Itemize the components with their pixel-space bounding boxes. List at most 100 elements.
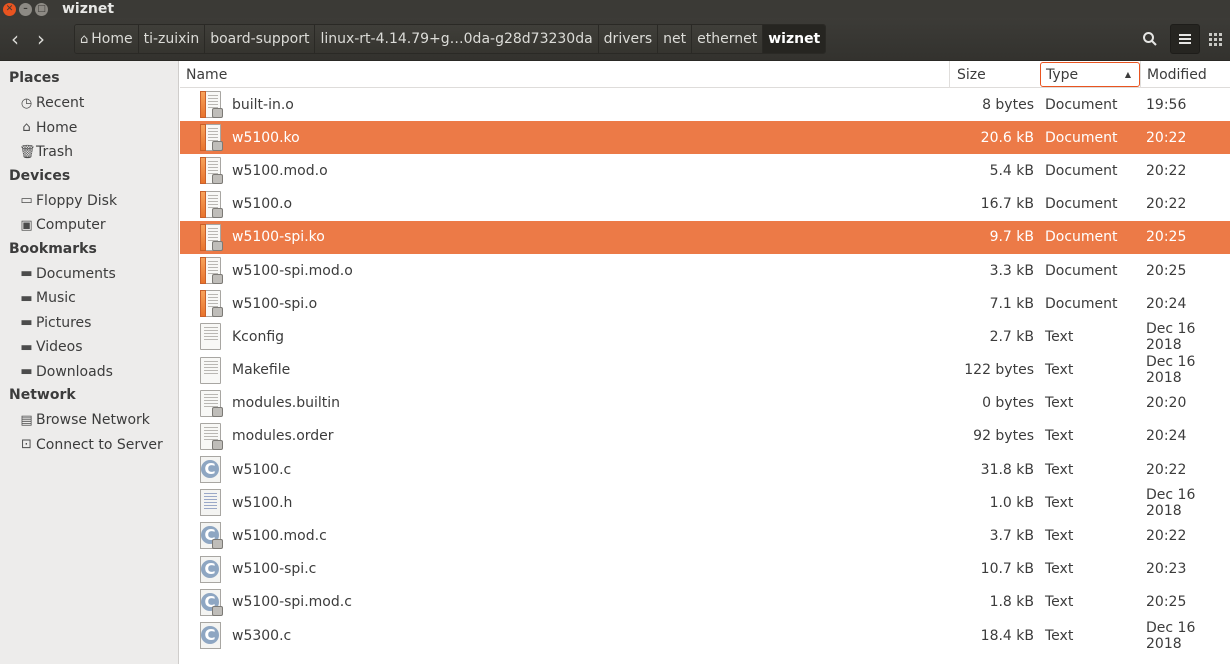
file-size: 3.3 kB (989, 262, 1034, 279)
file-row[interactable]: w5100-spi.mod.o 3.3 kB Document 20:25 (180, 254, 1230, 287)
file-type: Text (1045, 627, 1074, 644)
file-row[interactable]: Cw5100.mod.c 3.7 kB Text 20:22 (180, 519, 1230, 552)
file-type: Text (1045, 395, 1074, 412)
file-row[interactable]: w5100.ko 20.6 kB Document 20:22 (180, 121, 1230, 155)
column-header-name[interactable]: Name (180, 61, 950, 88)
file-name: w5100.ko (232, 129, 300, 146)
grid-view-button[interactable] (1200, 24, 1230, 54)
file-type: Text (1045, 461, 1074, 478)
sidebar-item-connect-to-server[interactable]: ⊡ Connect to Server (0, 433, 178, 458)
file-row[interactable]: modules.order 92 bytes Text 20:24 (180, 420, 1230, 453)
computer-icon: ▣ (20, 217, 33, 233)
sidebar-item-music[interactable]: ▬ Music (0, 286, 178, 311)
breadcrumb-item[interactable]: wiznet (763, 25, 826, 53)
breadcrumb-item[interactable]: net (658, 25, 693, 53)
file-type: Text (1045, 328, 1074, 345)
column-header-size-label: Size (957, 66, 986, 83)
file-row[interactable]: Cw5100.c 31.8 kB Text 20:22 (180, 453, 1230, 486)
file-row[interactable]: w5100-spi.o 7.1 kB Document 20:24 (180, 287, 1230, 320)
file-row[interactable]: w5100.o 16.7 kB Document 20:22 (180, 188, 1230, 221)
sidebar-item-floppy-disk[interactable]: ▭ Floppy Disk (0, 189, 178, 214)
file-size: 122 bytes (964, 362, 1034, 379)
sidebar-item-trash[interactable]: 🗑 Trash (0, 140, 178, 165)
folder-icon: ▬ (20, 315, 33, 331)
breadcrumb-item[interactable]: linux-rt-4.14.79+g…0da-g28d73230da (315, 25, 599, 53)
file-row[interactable]: Cw5100-spi.c 10.7 kB Text 20:23 (180, 553, 1230, 586)
sidebar-item-browse-network[interactable]: ▤ Browse Network (0, 408, 178, 433)
file-row[interactable]: Cw5100-spi.mod.c 1.8 kB Text 20:25 (180, 586, 1230, 619)
file-size: 1.0 kB (989, 494, 1034, 511)
breadcrumb-item[interactable]: board-support (205, 25, 316, 53)
search-button[interactable] (1135, 24, 1165, 54)
sidebar-item-downloads[interactable]: ▬ Downloads (0, 360, 178, 385)
sidebar-item-label: Trash (36, 144, 73, 161)
home-icon: ⌂ (80, 31, 89, 47)
file-name: w5100-spi.o (232, 295, 318, 312)
folder-icon: ▬ (20, 339, 33, 355)
sidebar-item-computer[interactable]: ▣ Computer (0, 213, 178, 238)
file-row[interactable]: w5100.mod.o 5.4 kB Document 20:22 (180, 154, 1230, 187)
file-row[interactable]: Cw5300.c 18.4 kB Text Dec 16 2018 (180, 619, 1230, 652)
maximize-window-button[interactable]: □ (35, 2, 48, 16)
file-row[interactable]: modules.builtin 0 bytes Text 20:20 (180, 387, 1230, 420)
search-icon (1143, 32, 1157, 46)
server-icon: ⊡ (21, 437, 32, 453)
breadcrumb: ⌂ Home ti-zuixin board-support linux-rt-4.14… (74, 24, 827, 54)
file-row[interactable]: w5100.h 1.0 kB Text Dec 16 2018 (180, 486, 1230, 519)
file-row[interactable]: Kconfig 2.7 kB Text Dec 16 2018 (180, 320, 1230, 353)
title-bar: ✕ – □ wiznet (0, 0, 1230, 18)
folder-icon: ▬ (20, 364, 33, 380)
forward-button[interactable]: › (28, 24, 54, 54)
close-window-button[interactable]: ✕ (3, 2, 16, 16)
breadcrumb-item[interactable]: ti-zuixin (138, 25, 206, 53)
breadcrumb-item[interactable]: drivers (598, 25, 659, 53)
sidebar-item-videos[interactable]: ▬ Videos (0, 335, 178, 360)
file-size: 31.8 kB (980, 461, 1034, 478)
minimize-window-button[interactable]: – (19, 2, 32, 16)
file-row[interactable]: w5100-spi.ko 9.7 kB Document 20:25 (180, 220, 1230, 254)
breadcrumb-item[interactable]: ethernet (692, 25, 764, 53)
chevron-left-icon: ‹ (11, 27, 19, 51)
column-header-modified[interactable]: Modified (1140, 61, 1230, 88)
sidebar-item-label: Downloads (36, 363, 113, 380)
sidebar-item-home[interactable]: ⌂ Home (0, 116, 178, 141)
list-view-button[interactable] (1170, 24, 1200, 54)
column-header-modified-label: Modified (1147, 66, 1207, 83)
back-button[interactable]: ‹ (2, 24, 28, 54)
breadcrumb-item[interactable]: ⌂ Home (75, 25, 139, 53)
sidebar-item-recent[interactable]: ◷ Recent (0, 91, 178, 116)
file-row[interactable]: Makefile 122 bytes Text Dec 16 2018 (180, 354, 1230, 387)
file-modified: 20:23 (1146, 561, 1187, 578)
file-type: Text (1045, 494, 1074, 511)
file-modified: 20:22 (1146, 461, 1187, 478)
file-size: 16.7 kB (980, 196, 1034, 213)
text-file-icon (198, 422, 223, 450)
object-file-icon (198, 91, 223, 118)
sidebar-item-documents[interactable]: ▬ Documents (0, 262, 178, 287)
column-header-type[interactable]: Type ▲ (1040, 62, 1140, 87)
file-modified: 20:22 (1146, 129, 1187, 146)
file-row[interactable]: built-in.o 8 bytes Document 19:56 (180, 88, 1230, 121)
object-file-icon (198, 223, 223, 251)
file-size: 18.4 kB (980, 627, 1034, 644)
file-type: Text (1045, 594, 1074, 611)
file-modified: 19:56 (1146, 96, 1187, 113)
file-modified: 20:25 (1146, 229, 1187, 246)
sidebar-item-label: Pictures (36, 314, 92, 331)
file-modified: 20:25 (1146, 594, 1187, 611)
list-header: Name Size Type ▲ Modified (180, 61, 1230, 88)
file-size: 8 bytes (982, 96, 1034, 113)
file-modified: 20:24 (1146, 295, 1187, 312)
c-source-icon: C (198, 622, 223, 649)
object-file-icon (198, 290, 223, 318)
column-header-size[interactable]: Size (951, 61, 1039, 88)
file-name: w5100-spi.ko (232, 229, 325, 246)
sidebar-item-pictures[interactable]: ▬ Pictures (0, 311, 178, 336)
breadcrumb-label: linux-rt-4.14.79+g…0da-g28d73230da (320, 31, 593, 47)
sidebar-item-label: Home (36, 119, 78, 136)
drive-icon: ▭ (20, 193, 33, 209)
folder-icon: ▬ (20, 266, 33, 282)
file-modified: 20:25 (1146, 262, 1187, 279)
file-type: Document (1045, 96, 1118, 113)
network-icon: ▤ (20, 412, 33, 428)
